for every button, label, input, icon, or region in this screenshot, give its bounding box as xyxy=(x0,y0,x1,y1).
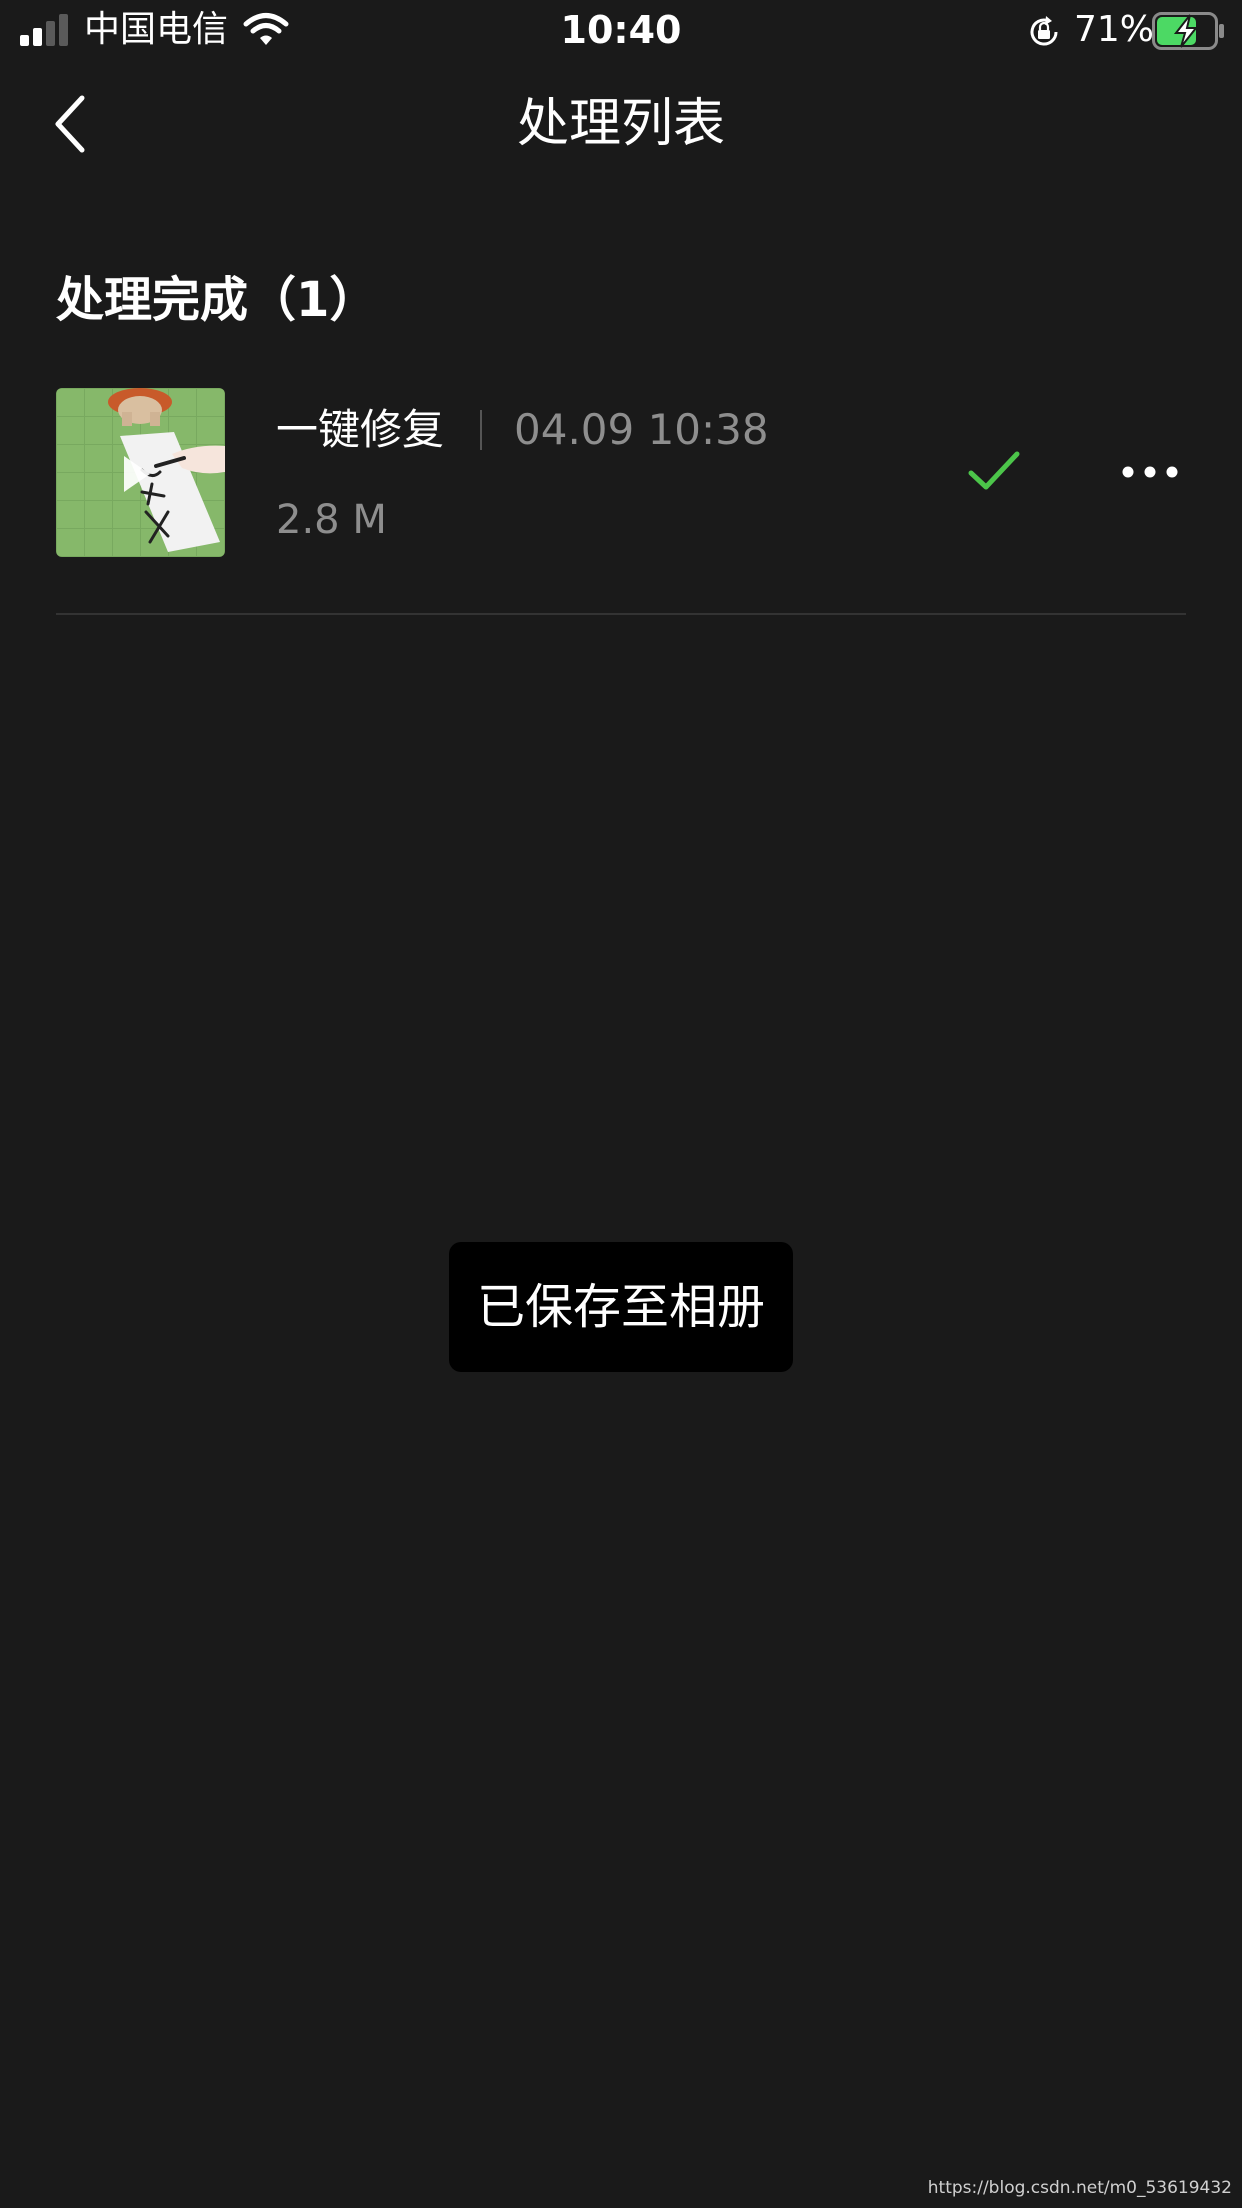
check-icon xyxy=(968,451,1020,490)
nav-bar: 处理列表 xyxy=(0,62,1242,186)
item-timestamp: 04.09 10:38 xyxy=(514,405,769,454)
item-separator xyxy=(480,410,482,450)
watermark: https://blog.csdn.net/m0_53619432 xyxy=(927,2178,1232,2198)
more-button[interactable] xyxy=(1120,452,1180,492)
video-thumbnail[interactable] xyxy=(56,388,225,557)
toast: 已保存至相册 xyxy=(449,1242,793,1372)
toast-message: 已保存至相册 xyxy=(476,1279,765,1335)
list-divider xyxy=(56,613,1186,615)
page-title: 处理列表 xyxy=(516,94,725,154)
battery-charging-icon xyxy=(1152,12,1224,50)
list-item[interactable]: 一键修复 04.09 10:38 2.8 M xyxy=(56,388,1186,614)
battery-percent: 71% xyxy=(1074,9,1155,50)
rotation-lock-icon xyxy=(1030,16,1058,46)
status-bar: 中国电信 10:40 71% xyxy=(0,0,1242,62)
item-title: 一键修复 xyxy=(276,405,445,454)
more-horizontal-icon xyxy=(1122,466,1178,478)
section-title: 处理完成（1） xyxy=(56,272,378,328)
item-file-size: 2.8 M xyxy=(276,497,387,543)
